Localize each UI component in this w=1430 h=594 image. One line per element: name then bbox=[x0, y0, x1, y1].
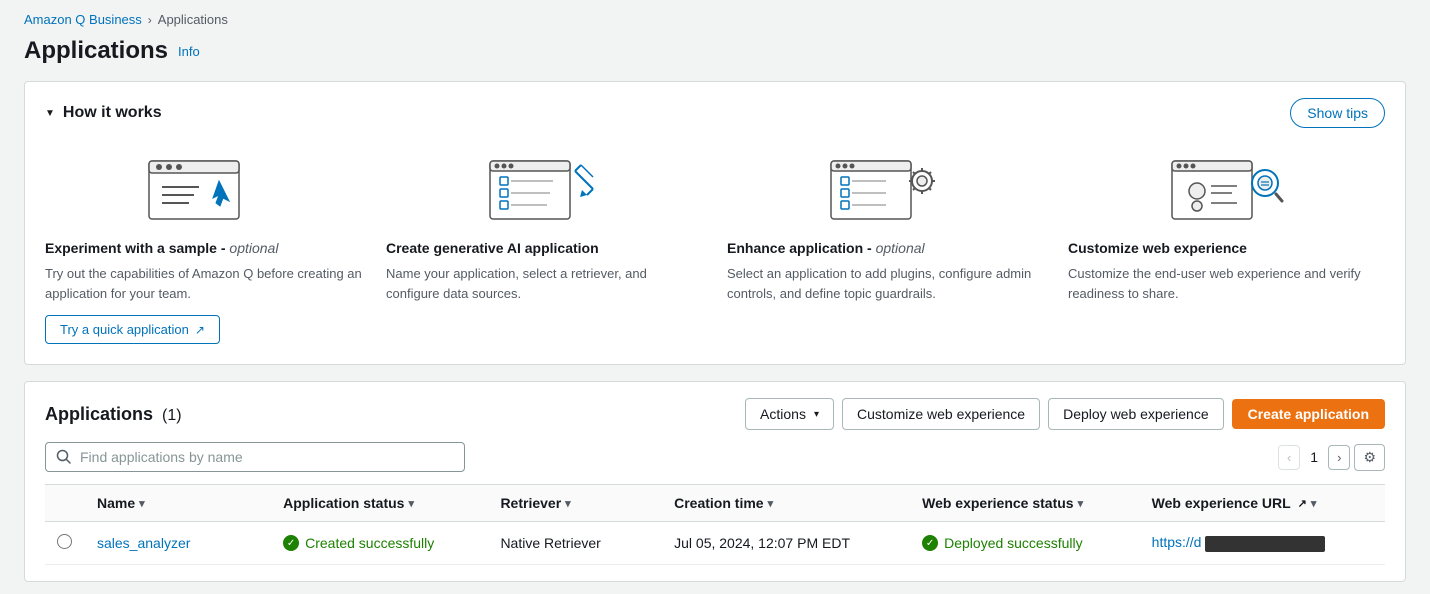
applications-header: Applications (1) Actions ▾ Customize web… bbox=[45, 398, 1385, 430]
row-retriever-cell: Native Retriever bbox=[488, 522, 662, 565]
breadcrumb-parent-link[interactable]: Amazon Q Business bbox=[24, 12, 142, 27]
step-4-card: Customize web experience Customize the e… bbox=[1068, 148, 1385, 344]
th-checkbox bbox=[45, 485, 85, 522]
applications-table: Name ▾ Application status ▾ Retriever bbox=[45, 484, 1385, 565]
table-row: sales_analyzer Created successfully Nati… bbox=[45, 522, 1385, 565]
actions-button[interactable]: Actions ▾ bbox=[745, 398, 834, 430]
creation-sort-icon[interactable]: ▾ bbox=[768, 497, 774, 510]
actions-dropdown-arrow: ▾ bbox=[814, 409, 819, 420]
applications-title: Applications (1) bbox=[45, 404, 182, 425]
search-input-wrap[interactable] bbox=[45, 442, 465, 472]
pagination-row: ‹ 1 › ⚙ bbox=[1278, 444, 1385, 471]
how-it-works-header: ▼ How it works Show tips bbox=[45, 98, 1385, 128]
how-it-works-label: How it works bbox=[63, 104, 162, 122]
web-url-external-icon: ↗ bbox=[1298, 497, 1307, 510]
page-title-row: Applications Info bbox=[24, 37, 1406, 65]
step-2-illustration bbox=[386, 148, 703, 228]
show-tips-button[interactable]: Show tips bbox=[1290, 98, 1385, 128]
step-3-title: Enhance application - optional bbox=[727, 240, 1044, 256]
search-icon bbox=[56, 449, 72, 465]
external-link-icon: ↗ bbox=[195, 323, 205, 337]
prev-page-button[interactable]: ‹ bbox=[1278, 445, 1300, 470]
th-web-status[interactable]: Web experience status ▾ bbox=[910, 485, 1140, 522]
applications-section: Applications (1) Actions ▾ Customize web… bbox=[24, 381, 1406, 582]
th-name[interactable]: Name ▾ bbox=[85, 485, 271, 522]
step-1-illustration bbox=[45, 148, 362, 228]
page-title: Applications bbox=[24, 37, 168, 65]
row-name-cell: sales_analyzer bbox=[85, 522, 271, 565]
step-3-card: Enhance application - optional Select an… bbox=[727, 148, 1044, 344]
table-settings-button[interactable]: ⚙ bbox=[1354, 444, 1385, 471]
row-radio[interactable] bbox=[57, 534, 72, 549]
th-creation-time[interactable]: Creation time ▾ bbox=[662, 485, 910, 522]
step-3-desc: Select an application to add plugins, co… bbox=[727, 264, 1044, 303]
web-status-sort-icon[interactable]: ▾ bbox=[1078, 497, 1084, 510]
name-sort-icon[interactable]: ▾ bbox=[139, 497, 145, 510]
search-bar-row: ‹ 1 › ⚙ bbox=[45, 442, 1385, 472]
app-name-link[interactable]: sales_analyzer bbox=[97, 535, 190, 551]
row-web-url-cell: https://d bbox=[1140, 522, 1385, 565]
create-application-button[interactable]: Create application bbox=[1232, 399, 1385, 429]
step-4-desc: Customize the end-user web experience an… bbox=[1068, 264, 1385, 303]
search-input[interactable] bbox=[80, 449, 454, 465]
step-3-illustration bbox=[727, 148, 1044, 228]
th-web-url[interactable]: Web experience URL ↗ ▾ bbox=[1140, 485, 1385, 522]
how-it-works-panel: ▼ How it works Show tips bbox=[24, 81, 1406, 365]
row-status-cell: Created successfully bbox=[271, 522, 488, 565]
customize-web-button[interactable]: Customize web experience bbox=[842, 398, 1040, 430]
web-status-badge: Deployed successfully bbox=[922, 535, 1128, 551]
row-web-status-cell: Deployed successfully bbox=[910, 522, 1140, 565]
deploy-web-button[interactable]: Deploy web experience bbox=[1048, 398, 1224, 430]
try-quick-app-button[interactable]: Try a quick application ↗ bbox=[45, 315, 220, 344]
web-url-link[interactable]: https://d bbox=[1152, 534, 1326, 550]
steps-grid: Experiment with a sample - optional Try … bbox=[45, 148, 1385, 344]
redacted-url-box bbox=[1205, 536, 1325, 552]
collapse-icon[interactable]: ▼ bbox=[45, 108, 55, 119]
step-1-title: Experiment with a sample - optional bbox=[45, 240, 362, 256]
th-status[interactable]: Application status ▾ bbox=[271, 485, 488, 522]
step-4-illustration bbox=[1068, 148, 1385, 228]
breadcrumb: Amazon Q Business › Applications bbox=[24, 12, 1406, 27]
row-creation-cell: Jul 05, 2024, 12:07 PM EDT bbox=[662, 522, 910, 565]
step-1-desc: Try out the capabilities of Amazon Q bef… bbox=[45, 264, 362, 303]
row-checkbox-cell[interactable] bbox=[45, 522, 85, 565]
step-2-card: Create generative AI application Name yo… bbox=[386, 148, 703, 344]
web-status-success-icon bbox=[922, 535, 938, 551]
status-badge: Created successfully bbox=[283, 535, 476, 551]
applications-actions: Actions ▾ Customize web experience Deplo… bbox=[745, 398, 1385, 430]
next-page-button[interactable]: › bbox=[1328, 445, 1350, 470]
step-1-card: Experiment with a sample - optional Try … bbox=[45, 148, 362, 344]
retriever-sort-icon[interactable]: ▾ bbox=[565, 497, 571, 510]
breadcrumb-current: Applications bbox=[158, 12, 228, 27]
page-number: 1 bbox=[1304, 449, 1324, 465]
step-2-title: Create generative AI application bbox=[386, 240, 703, 256]
status-sort-icon[interactable]: ▾ bbox=[408, 497, 414, 510]
status-success-icon bbox=[283, 535, 299, 551]
how-it-works-title: ▼ How it works bbox=[45, 104, 162, 122]
info-link[interactable]: Info bbox=[178, 44, 200, 59]
th-retriever[interactable]: Retriever ▾ bbox=[488, 485, 662, 522]
web-url-sort-icon[interactable]: ▾ bbox=[1311, 497, 1317, 510]
step-2-desc: Name your application, select a retrieve… bbox=[386, 264, 703, 303]
breadcrumb-separator: › bbox=[148, 13, 152, 27]
step-4-title: Customize web experience bbox=[1068, 240, 1385, 256]
